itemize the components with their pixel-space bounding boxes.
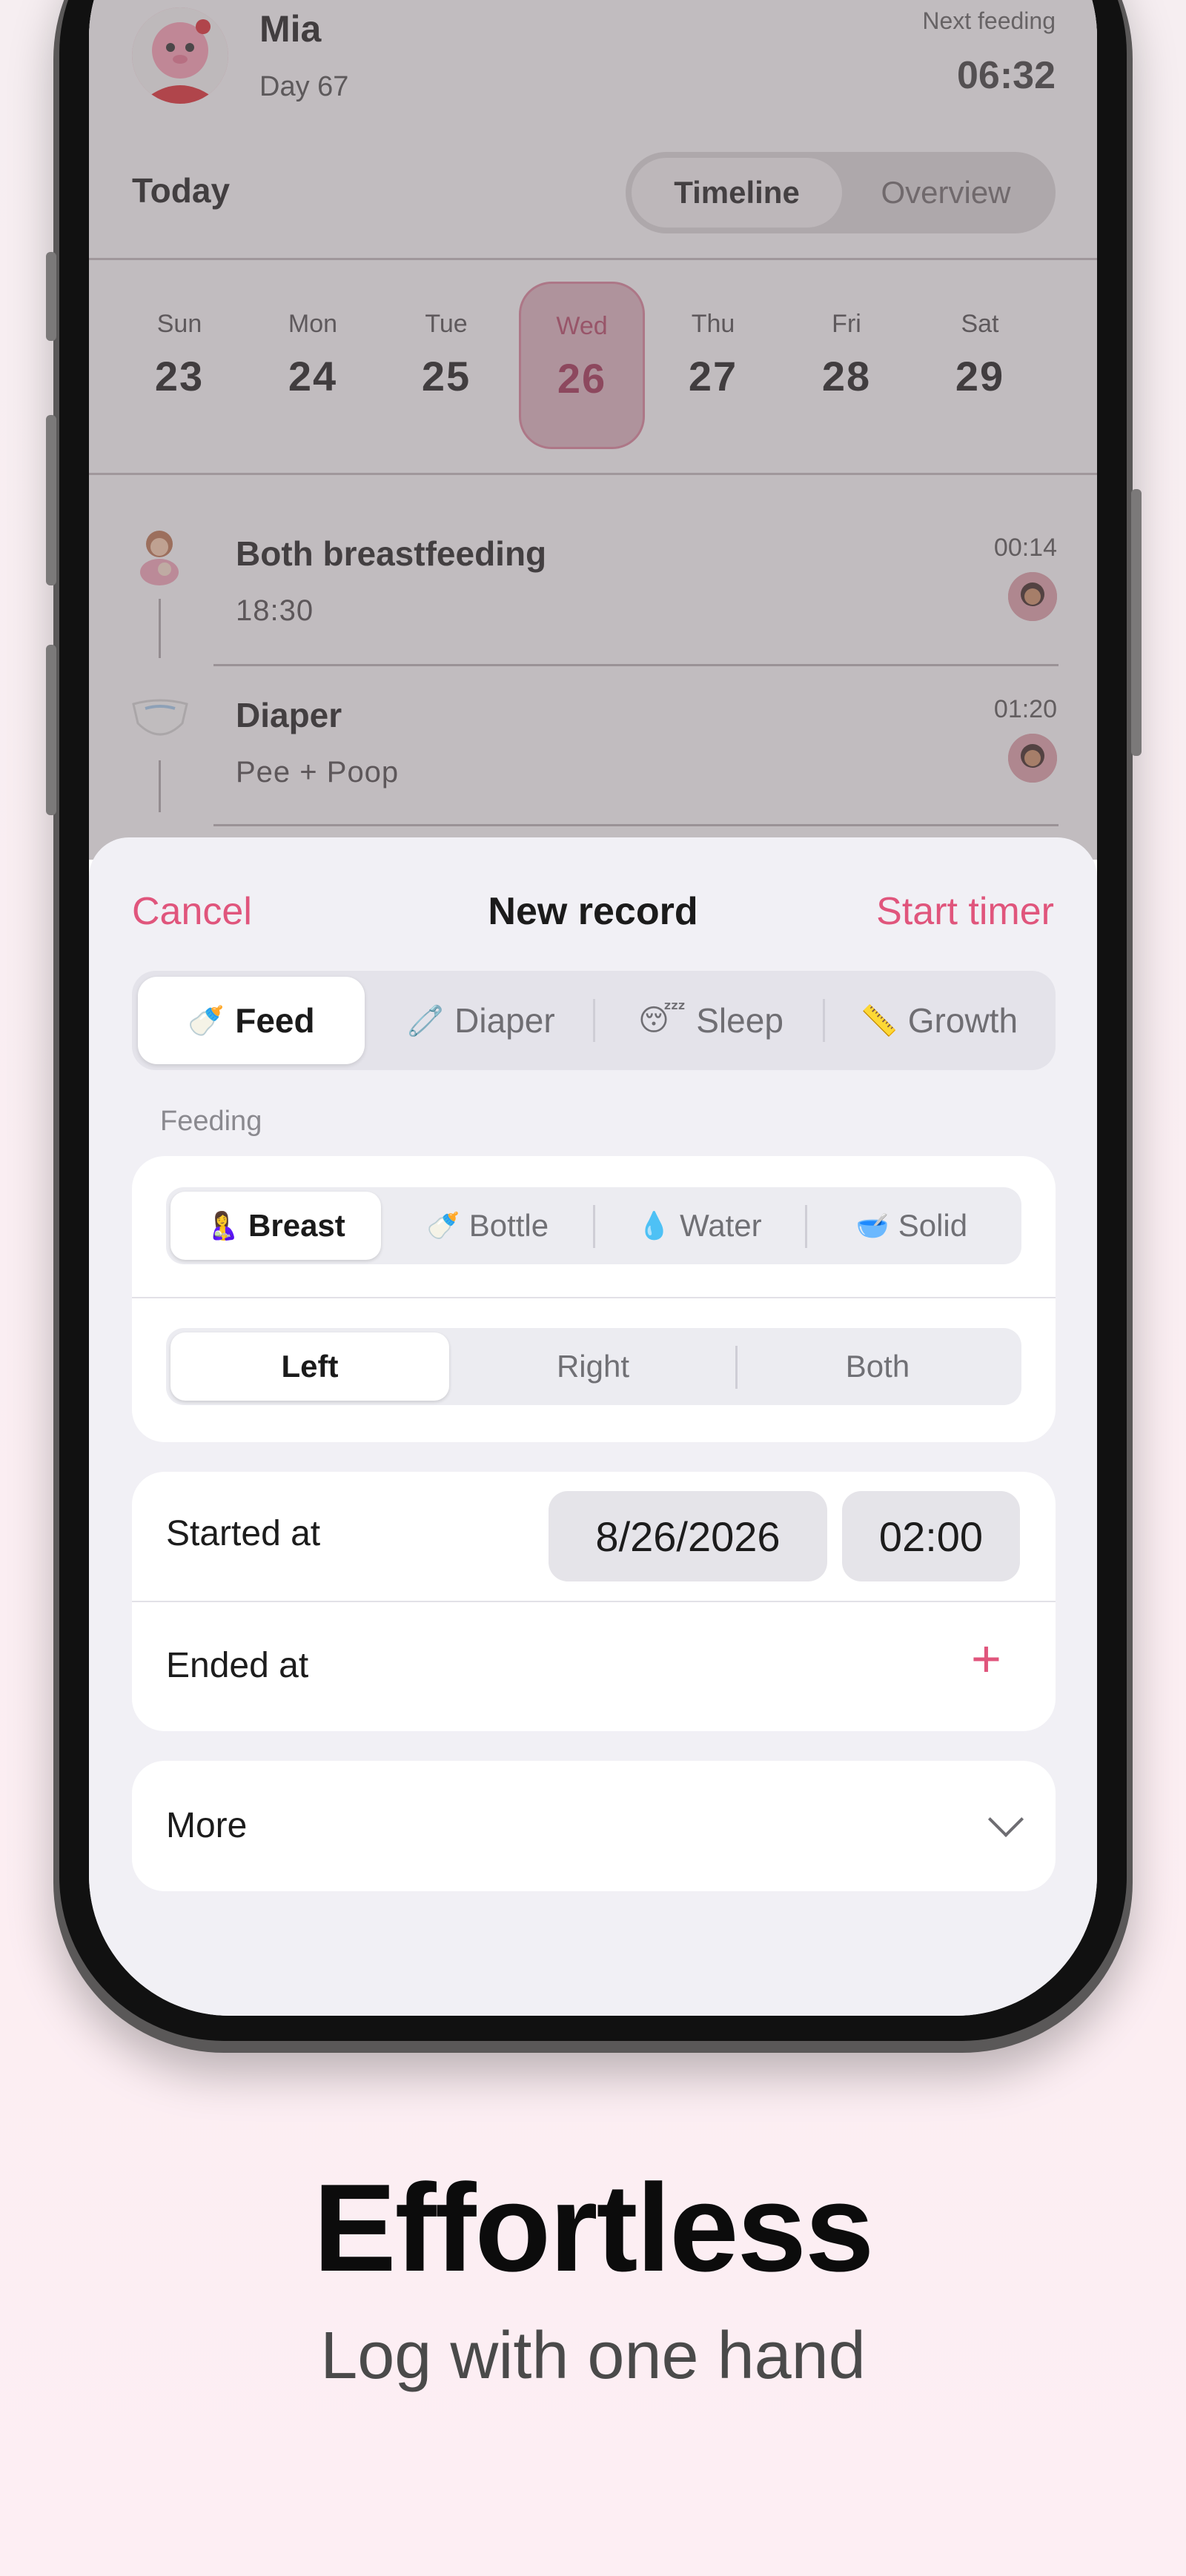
bottle-icon: 🍼: [188, 1004, 225, 1038]
phone-button-power: [1131, 489, 1142, 756]
category-sleep[interactable]: 😴 Sleep: [597, 977, 824, 1064]
marketing-headline: Effortless: [313, 2158, 875, 2297]
started-at-label: Started at: [166, 1514, 321, 1553]
feed-type-label: Bottle: [468, 1208, 549, 1243]
more-card[interactable]: More: [132, 1761, 1056, 1891]
side-both[interactable]: Both: [738, 1332, 1017, 1401]
water-icon: 💧: [637, 1210, 672, 1241]
marketing-subline: Log with one hand: [320, 2319, 866, 2393]
category-label: Growth: [907, 1001, 1018, 1040]
feed-type-solid[interactable]: 🥣 Solid: [806, 1192, 1017, 1260]
feed-type-water[interactable]: 💧 Water: [594, 1192, 805, 1260]
phone-screen: Mia Day 67 Next feeding 06:32 Today Time…: [89, 0, 1097, 2016]
feed-type-label: Water: [680, 1208, 762, 1243]
feeding-card: 🤱 Breast 🍼 Bottle 💧 Water 🥣 Solid Left R…: [132, 1156, 1056, 1442]
category-label: Sleep: [696, 1001, 784, 1040]
divider: [132, 1297, 1056, 1298]
feed-type-switcher: 🤱 Breast 🍼 Bottle 💧 Water 🥣 Solid: [166, 1187, 1021, 1264]
feed-type-label: Breast: [248, 1208, 345, 1243]
add-end-time-button[interactable]: +: [971, 1629, 1001, 1688]
diaper-icon: 🧷: [407, 1004, 445, 1038]
growth-icon: 📏: [860, 1004, 898, 1038]
category-feed[interactable]: 🍼 Feed: [138, 977, 365, 1064]
category-label: Diaper: [454, 1001, 555, 1040]
feed-type-bottle[interactable]: 🍼 Bottle: [382, 1192, 593, 1260]
feed-type-breast[interactable]: 🤱 Breast: [170, 1192, 381, 1260]
ended-at-label: Ended at: [166, 1646, 309, 1685]
divider: [823, 999, 825, 1042]
bottle-icon: 🍼: [426, 1210, 460, 1241]
breastfeeding-icon: 🤱: [206, 1210, 240, 1241]
feed-type-label: Solid: [898, 1208, 968, 1243]
phone-button-volume-down: [46, 645, 56, 815]
category-diaper[interactable]: 🧷 Diaper: [368, 977, 594, 1064]
modal-scrim[interactable]: [89, 0, 1097, 860]
start-time-picker[interactable]: 02:00: [842, 1491, 1020, 1581]
side-switcher: Left Right Both: [166, 1328, 1021, 1405]
divider: [593, 999, 595, 1042]
phone-button-action: [46, 252, 56, 341]
category-label: Feed: [235, 1001, 315, 1040]
start-timer-button[interactable]: Start timer: [876, 889, 1054, 934]
side-right[interactable]: Right: [454, 1332, 732, 1401]
sleep-icon: 😴: [638, 1004, 686, 1037]
time-card: Started at 8/26/2026 02:00 Ended at +: [132, 1472, 1056, 1731]
chevron-down-icon: [987, 1801, 1024, 1838]
section-label: Feeding: [160, 1106, 262, 1137]
phone-button-volume-up: [46, 415, 56, 585]
divider: [735, 1346, 738, 1389]
category-growth[interactable]: 📏 Growth: [826, 977, 1053, 1064]
side-left[interactable]: Left: [170, 1332, 449, 1401]
divider: [132, 1601, 1056, 1602]
category-switcher: 🍼 Feed 🧷 Diaper 😴 Sleep 📏 Growth: [132, 971, 1056, 1070]
solid-food-icon: 🥣: [855, 1210, 890, 1241]
more-label: More: [166, 1806, 248, 1845]
start-date-picker[interactable]: 8/26/2026: [549, 1491, 827, 1581]
